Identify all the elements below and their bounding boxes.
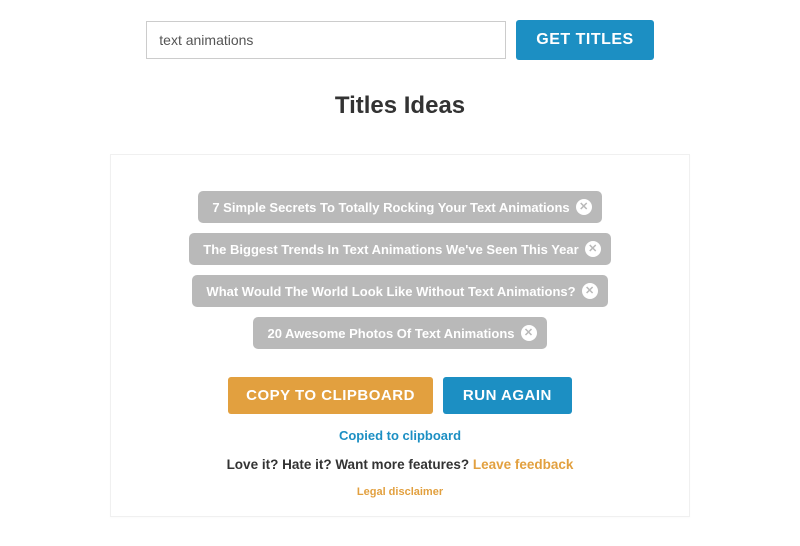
- get-titles-button[interactable]: GET TITLES: [516, 20, 653, 60]
- title-pill: 20 Awesome Photos Of Text Animations ✕: [253, 317, 546, 349]
- title-text: 20 Awesome Photos Of Text Animations: [267, 326, 514, 341]
- copy-to-clipboard-button[interactable]: COPY TO CLIPBOARD: [228, 377, 433, 414]
- results-card: 7 Simple Secrets To Totally Rocking Your…: [110, 154, 690, 517]
- title-pill: The Biggest Trends In Text Animations We…: [189, 233, 610, 265]
- feedback-prompt: Love it? Hate it? Want more features?: [227, 457, 473, 472]
- feedback-line: Love it? Hate it? Want more features? Le…: [131, 457, 669, 472]
- title-pill: What Would The World Look Like Without T…: [192, 275, 607, 307]
- close-icon[interactable]: ✕: [585, 241, 601, 257]
- title-pill: 7 Simple Secrets To Totally Rocking Your…: [198, 191, 601, 223]
- close-icon[interactable]: ✕: [521, 325, 537, 341]
- run-again-button[interactable]: RUN AGAIN: [443, 377, 572, 414]
- close-icon[interactable]: ✕: [582, 283, 598, 299]
- close-icon[interactable]: ✕: [576, 199, 592, 215]
- copied-status: Copied to clipboard: [131, 428, 669, 443]
- title-text: 7 Simple Secrets To Totally Rocking Your…: [212, 200, 569, 215]
- results-list: 7 Simple Secrets To Totally Rocking Your…: [131, 191, 669, 349]
- title-text: What Would The World Look Like Without T…: [206, 284, 575, 299]
- keyword-input[interactable]: [146, 21, 506, 59]
- title-text: The Biggest Trends In Text Animations We…: [203, 242, 578, 257]
- leave-feedback-link[interactable]: Leave feedback: [473, 457, 574, 472]
- page-title: Titles Ideas: [0, 92, 800, 120]
- legal-disclaimer-link[interactable]: Legal disclaimer: [131, 486, 669, 498]
